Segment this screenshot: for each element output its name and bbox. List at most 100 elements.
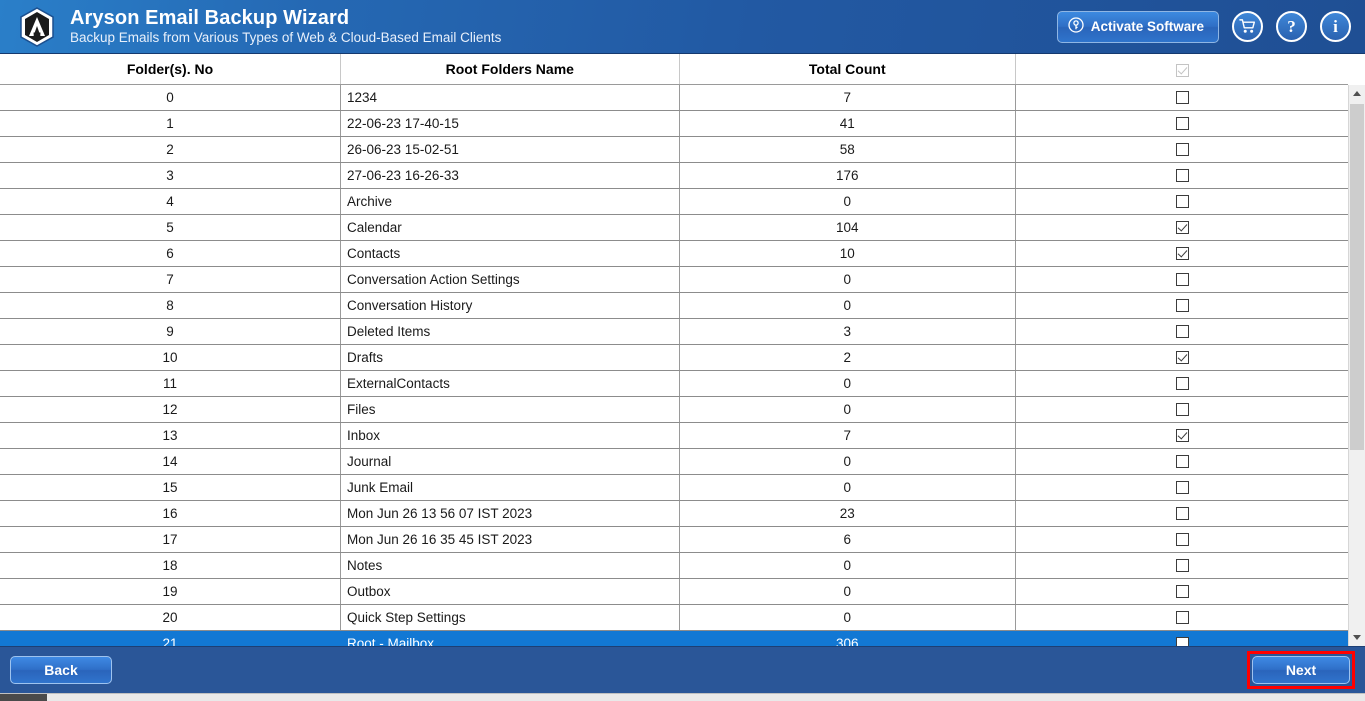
cell-total-count: 0 bbox=[679, 448, 1017, 475]
row-checkbox[interactable] bbox=[1175, 637, 1189, 646]
back-button[interactable]: Back bbox=[10, 656, 112, 684]
table-row[interactable]: 4 Archive 0 bbox=[0, 188, 1348, 215]
bottom-status-strip bbox=[0, 693, 1365, 701]
row-checkbox[interactable] bbox=[1175, 533, 1189, 547]
cell-select bbox=[1015, 500, 1348, 527]
table-row[interactable]: 7 Conversation Action Settings 0 bbox=[0, 266, 1348, 293]
cell-total-count: 0 bbox=[679, 396, 1017, 423]
chevron-up-icon[interactable] bbox=[1349, 85, 1365, 102]
table-row[interactable]: 14 Journal 0 bbox=[0, 448, 1348, 475]
cell-folder-name: Drafts bbox=[340, 344, 680, 371]
scrollbar-thumb[interactable] bbox=[1350, 104, 1364, 450]
table-row[interactable]: 10 Drafts 2 bbox=[0, 344, 1348, 371]
cell-select bbox=[1015, 422, 1348, 449]
select-all-checkbox bbox=[1175, 63, 1189, 77]
row-checkbox[interactable] bbox=[1175, 377, 1189, 391]
row-checkbox[interactable] bbox=[1175, 195, 1189, 209]
table-row[interactable]: 12 Files 0 bbox=[0, 396, 1348, 423]
column-header-total-count[interactable]: Total Count bbox=[679, 54, 1017, 85]
activate-software-label: Activate Software bbox=[1090, 19, 1204, 34]
cell-folder-name: Inbox bbox=[340, 422, 680, 449]
chevron-down-icon[interactable] bbox=[1349, 629, 1365, 646]
folders-table: Folder(s). No Root Folders Name Total Co… bbox=[0, 54, 1348, 646]
cell-folder-name: Conversation History bbox=[340, 292, 680, 319]
row-checkbox[interactable] bbox=[1175, 481, 1189, 495]
column-header-folder-no[interactable]: Folder(s). No bbox=[0, 54, 342, 85]
next-button[interactable]: Next bbox=[1252, 656, 1350, 684]
cell-select bbox=[1015, 474, 1348, 501]
cell-folder-no: 10 bbox=[0, 344, 342, 371]
cell-folder-no: 13 bbox=[0, 422, 342, 449]
help-icon[interactable]: ? bbox=[1276, 11, 1307, 42]
wizard-footer: Back Next bbox=[0, 646, 1365, 693]
cell-total-count: 0 bbox=[679, 604, 1017, 631]
cell-folder-name: Mon Jun 26 13 56 07 IST 2023 bbox=[340, 500, 680, 527]
row-checkbox[interactable] bbox=[1175, 143, 1189, 157]
activate-software-button[interactable]: Activate Software bbox=[1056, 10, 1219, 43]
table-row[interactable]: 16 Mon Jun 26 13 56 07 IST 2023 23 bbox=[0, 500, 1348, 527]
column-header-select-all[interactable] bbox=[1015, 54, 1348, 85]
bottom-strip-segment bbox=[0, 694, 47, 701]
cell-folder-name: ExternalContacts bbox=[340, 370, 680, 397]
table-row[interactable]: 2 26-06-23 15-02-51 58 bbox=[0, 136, 1348, 163]
table-row[interactable]: 18 Notes 0 bbox=[0, 552, 1348, 579]
row-checkbox[interactable] bbox=[1175, 273, 1189, 287]
row-checkbox[interactable] bbox=[1175, 429, 1189, 443]
table-row[interactable]: 17 Mon Jun 26 16 35 45 IST 2023 6 bbox=[0, 526, 1348, 553]
row-checkbox[interactable] bbox=[1175, 299, 1189, 313]
row-checkbox[interactable] bbox=[1175, 325, 1189, 339]
cell-total-count: 0 bbox=[679, 292, 1017, 319]
cell-select bbox=[1015, 578, 1348, 605]
cell-select bbox=[1015, 292, 1348, 319]
cell-select bbox=[1015, 552, 1348, 579]
table-row[interactable]: 19 Outbox 0 bbox=[0, 578, 1348, 605]
cell-folder-no: 6 bbox=[0, 240, 342, 267]
cell-folder-name: Outbox bbox=[340, 578, 680, 605]
row-checkbox[interactable] bbox=[1175, 351, 1189, 365]
cell-folder-no: 0 bbox=[0, 84, 342, 111]
row-checkbox[interactable] bbox=[1175, 559, 1189, 573]
table-row[interactable]: 13 Inbox 7 bbox=[0, 422, 1348, 449]
table-row[interactable]: 21 Root - Mailbox 306 bbox=[0, 630, 1348, 646]
cell-total-count: 10 bbox=[679, 240, 1017, 267]
cell-select bbox=[1015, 370, 1348, 397]
folders-table-area: Folder(s). No Root Folders Name Total Co… bbox=[0, 54, 1365, 646]
cell-total-count: 23 bbox=[679, 500, 1017, 527]
row-checkbox[interactable] bbox=[1175, 611, 1189, 625]
table-row[interactable]: 11 ExternalContacts 0 bbox=[0, 370, 1348, 397]
row-checkbox[interactable] bbox=[1175, 507, 1189, 521]
table-row[interactable]: 0 1234 7 bbox=[0, 84, 1348, 111]
row-checkbox[interactable] bbox=[1175, 403, 1189, 417]
table-row[interactable]: 20 Quick Step Settings 0 bbox=[0, 604, 1348, 631]
app-header: Aryson Email Backup Wizard Backup Emails… bbox=[0, 0, 1365, 54]
table-row[interactable]: 3 27-06-23 16-26-33 176 bbox=[0, 162, 1348, 189]
row-checkbox[interactable] bbox=[1175, 455, 1189, 469]
vertical-scrollbar[interactable] bbox=[1348, 85, 1365, 646]
cell-folder-no: 19 bbox=[0, 578, 342, 605]
shopping-cart-icon[interactable] bbox=[1232, 11, 1263, 42]
row-checkbox[interactable] bbox=[1175, 117, 1189, 131]
column-header-folder-name[interactable]: Root Folders Name bbox=[340, 54, 680, 85]
table-row[interactable]: 8 Conversation History 0 bbox=[0, 292, 1348, 319]
cell-select bbox=[1015, 162, 1348, 189]
cell-total-count: 0 bbox=[679, 474, 1017, 501]
row-checkbox[interactable] bbox=[1175, 585, 1189, 599]
table-row[interactable]: 9 Deleted Items 3 bbox=[0, 318, 1348, 345]
cell-folder-name: Mon Jun 26 16 35 45 IST 2023 bbox=[340, 526, 680, 553]
row-checkbox[interactable] bbox=[1175, 169, 1189, 183]
row-checkbox[interactable] bbox=[1175, 247, 1189, 261]
page-subtitle: Backup Emails from Various Types of Web … bbox=[70, 29, 502, 45]
cell-select bbox=[1015, 630, 1348, 646]
cell-folder-no: 5 bbox=[0, 214, 342, 241]
row-checkbox[interactable] bbox=[1175, 91, 1189, 105]
cell-total-count: 0 bbox=[679, 552, 1017, 579]
table-row[interactable]: 15 Junk Email 0 bbox=[0, 474, 1348, 501]
info-icon[interactable]: i bbox=[1320, 11, 1351, 42]
cell-total-count: 2 bbox=[679, 344, 1017, 371]
row-checkbox[interactable] bbox=[1175, 221, 1189, 235]
table-row[interactable]: 6 Contacts 10 bbox=[0, 240, 1348, 267]
cell-folder-no: 4 bbox=[0, 188, 342, 215]
cell-folder-no: 7 bbox=[0, 266, 342, 293]
table-row[interactable]: 1 22-06-23 17-40-15 41 bbox=[0, 110, 1348, 137]
table-row[interactable]: 5 Calendar 104 bbox=[0, 214, 1348, 241]
